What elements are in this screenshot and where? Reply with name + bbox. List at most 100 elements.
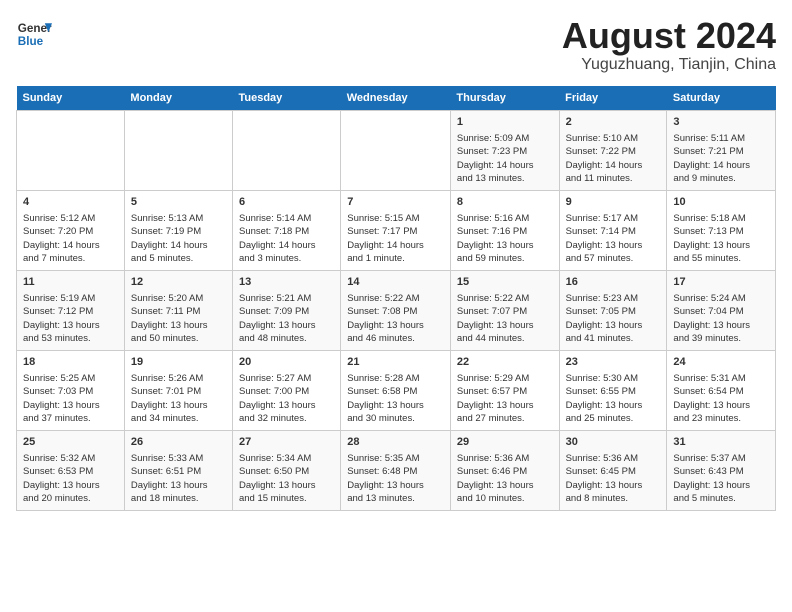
calendar-cell: 23Sunrise: 5:30 AMSunset: 6:55 PMDayligh…	[559, 350, 667, 430]
day-number: 18	[23, 355, 118, 370]
day-info-line: Sunset: 7:04 PM	[673, 305, 769, 318]
day-info-line: Daylight: 13 hours	[347, 479, 444, 492]
weekday-header-cell: Saturday	[667, 86, 776, 111]
day-number: 10	[673, 195, 769, 210]
calendar-cell: 2Sunrise: 5:10 AMSunset: 7:22 PMDaylight…	[559, 110, 667, 190]
calendar-week-row: 11Sunrise: 5:19 AMSunset: 7:12 PMDayligh…	[17, 270, 776, 350]
day-info-line: Daylight: 13 hours	[457, 319, 553, 332]
day-info-line: Sunset: 6:57 PM	[457, 385, 553, 398]
day-info-line: Daylight: 13 hours	[457, 239, 553, 252]
day-info-line: Daylight: 14 hours	[566, 159, 661, 172]
day-info-line: Sunrise: 5:26 AM	[131, 372, 226, 385]
calendar-cell: 27Sunrise: 5:34 AMSunset: 6:50 PMDayligh…	[232, 430, 340, 510]
weekday-header-cell: Monday	[124, 86, 232, 111]
calendar-cell: 25Sunrise: 5:32 AMSunset: 6:53 PMDayligh…	[17, 430, 125, 510]
day-info-line: and 53 minutes.	[23, 332, 118, 345]
month-year: August 2024	[562, 16, 776, 56]
day-info-line: Sunset: 7:03 PM	[23, 385, 118, 398]
day-info-line: and 39 minutes.	[673, 332, 769, 345]
day-number: 14	[347, 275, 444, 290]
calendar-cell: 17Sunrise: 5:24 AMSunset: 7:04 PMDayligh…	[667, 270, 776, 350]
day-number: 29	[457, 435, 553, 450]
day-info-line: Daylight: 13 hours	[566, 479, 661, 492]
calendar-cell	[124, 110, 232, 190]
day-info-line: Daylight: 13 hours	[23, 399, 118, 412]
day-number: 28	[347, 435, 444, 450]
day-info-line: Sunrise: 5:32 AM	[23, 452, 118, 465]
day-info-line: Daylight: 13 hours	[239, 319, 334, 332]
day-info-line: Sunrise: 5:31 AM	[673, 372, 769, 385]
page-header: General Blue August 2024 Yuguzhuang, Tia…	[16, 16, 776, 74]
day-number: 11	[23, 275, 118, 290]
day-info-line: Daylight: 13 hours	[23, 319, 118, 332]
day-info-line: Sunrise: 5:12 AM	[23, 212, 118, 225]
day-info-line: and 46 minutes.	[347, 332, 444, 345]
day-info-line: Sunset: 6:48 PM	[347, 465, 444, 478]
day-info-line: and 37 minutes.	[23, 412, 118, 425]
day-number: 2	[566, 115, 661, 130]
day-info-line: Sunrise: 5:16 AM	[457, 212, 553, 225]
day-number: 8	[457, 195, 553, 210]
day-info-line: and 1 minute.	[347, 252, 444, 265]
day-info-line: Daylight: 13 hours	[239, 399, 334, 412]
day-info-line: and 59 minutes.	[457, 252, 553, 265]
day-info-line: and 25 minutes.	[566, 412, 661, 425]
day-number: 5	[131, 195, 226, 210]
calendar-cell	[232, 110, 340, 190]
day-info-line: Sunrise: 5:37 AM	[673, 452, 769, 465]
calendar-cell: 21Sunrise: 5:28 AMSunset: 6:58 PMDayligh…	[341, 350, 451, 430]
day-number: 4	[23, 195, 118, 210]
day-info-line: Sunrise: 5:34 AM	[239, 452, 334, 465]
calendar-cell: 10Sunrise: 5:18 AMSunset: 7:13 PMDayligh…	[667, 190, 776, 270]
day-info-line: Daylight: 14 hours	[347, 239, 444, 252]
day-info-line: Sunset: 7:07 PM	[457, 305, 553, 318]
calendar-cell: 15Sunrise: 5:22 AMSunset: 7:07 PMDayligh…	[450, 270, 559, 350]
day-info-line: Sunset: 6:50 PM	[239, 465, 334, 478]
logo: General Blue	[16, 16, 52, 52]
day-info-line: and 18 minutes.	[131, 492, 226, 505]
day-info-line: Sunset: 6:45 PM	[566, 465, 661, 478]
day-info-line: and 3 minutes.	[239, 252, 334, 265]
day-info-line: Sunset: 6:43 PM	[673, 465, 769, 478]
day-info-line: Daylight: 13 hours	[566, 319, 661, 332]
day-info-line: and 57 minutes.	[566, 252, 661, 265]
calendar-week-row: 4Sunrise: 5:12 AMSunset: 7:20 PMDaylight…	[17, 190, 776, 270]
day-number: 3	[673, 115, 769, 130]
day-info-line: Daylight: 13 hours	[239, 479, 334, 492]
day-info-line: Sunrise: 5:13 AM	[131, 212, 226, 225]
day-info-line: Sunrise: 5:29 AM	[457, 372, 553, 385]
weekday-header-cell: Tuesday	[232, 86, 340, 111]
day-info-line: Sunrise: 5:09 AM	[457, 132, 553, 145]
calendar-cell: 4Sunrise: 5:12 AMSunset: 7:20 PMDaylight…	[17, 190, 125, 270]
day-info-line: Daylight: 14 hours	[457, 159, 553, 172]
calendar-cell: 3Sunrise: 5:11 AMSunset: 7:21 PMDaylight…	[667, 110, 776, 190]
day-number: 17	[673, 275, 769, 290]
day-info-line: Sunset: 7:16 PM	[457, 225, 553, 238]
day-info-line: Daylight: 13 hours	[457, 479, 553, 492]
day-info-line: and 23 minutes.	[673, 412, 769, 425]
day-info-line: Sunset: 6:58 PM	[347, 385, 444, 398]
day-info-line: and 15 minutes.	[239, 492, 334, 505]
day-info-line: Sunrise: 5:30 AM	[566, 372, 661, 385]
day-info-line: Daylight: 14 hours	[673, 159, 769, 172]
day-info-line: Sunset: 7:17 PM	[347, 225, 444, 238]
calendar-cell: 31Sunrise: 5:37 AMSunset: 6:43 PMDayligh…	[667, 430, 776, 510]
day-info-line: Sunrise: 5:21 AM	[239, 292, 334, 305]
calendar-body: 1Sunrise: 5:09 AMSunset: 7:23 PMDaylight…	[17, 110, 776, 510]
calendar-cell: 26Sunrise: 5:33 AMSunset: 6:51 PMDayligh…	[124, 430, 232, 510]
day-info-line: Daylight: 13 hours	[673, 319, 769, 332]
day-info-line: Sunrise: 5:22 AM	[347, 292, 444, 305]
day-info-line: Sunset: 7:19 PM	[131, 225, 226, 238]
weekday-header-cell: Wednesday	[341, 86, 451, 111]
day-info-line: Daylight: 13 hours	[131, 399, 226, 412]
day-number: 21	[347, 355, 444, 370]
location: Yuguzhuang, Tianjin, China	[562, 56, 776, 74]
day-info-line: Sunrise: 5:11 AM	[673, 132, 769, 145]
day-number: 1	[457, 115, 553, 130]
weekday-header-cell: Sunday	[17, 86, 125, 111]
calendar-cell: 29Sunrise: 5:36 AMSunset: 6:46 PMDayligh…	[450, 430, 559, 510]
day-number: 12	[131, 275, 226, 290]
day-info-line: Sunset: 6:53 PM	[23, 465, 118, 478]
day-info-line: Sunset: 7:05 PM	[566, 305, 661, 318]
day-info-line: Sunset: 7:08 PM	[347, 305, 444, 318]
